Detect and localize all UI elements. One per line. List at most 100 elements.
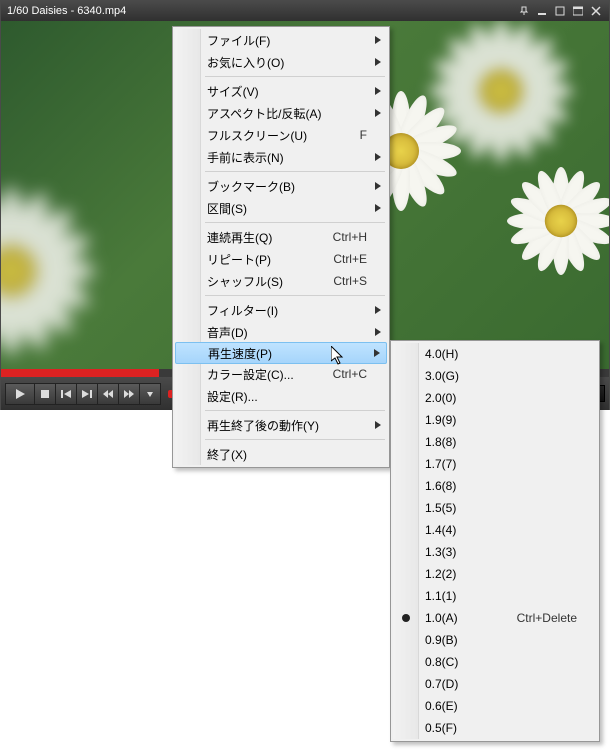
menu-item-label: 2.0(0)	[425, 391, 577, 405]
speed-menu-item[interactable]: 0.5(F)	[393, 717, 597, 739]
menu-item-accel: Ctrl+S	[333, 274, 367, 288]
menu-item-label: アスペクト比/反転(A)	[207, 105, 367, 122]
menu-item-label: 1.2(2)	[425, 567, 577, 581]
menu-item-label: 1.6(8)	[425, 479, 577, 493]
menu-item-label: 4.0(H)	[425, 347, 577, 361]
menu-item-label: お気に入り(O)	[207, 54, 367, 71]
menu-item-accel: Ctrl+H	[333, 230, 367, 244]
menu-item-accel: F	[360, 128, 367, 142]
menu-item[interactable]: 設定(R)...	[175, 385, 387, 407]
speed-menu-item[interactable]: 1.6(8)	[393, 475, 597, 497]
menu-item[interactable]: フルスクリーン(U) F	[175, 124, 387, 146]
menu-item[interactable]: フィルター(I)	[175, 299, 387, 321]
menu-item[interactable]: カラー設定(C)... Ctrl+C	[175, 363, 387, 385]
context-menu: ファイル(F) お気に入り(O) サイズ(V) アスペクト比/反転(A) フルスクリーン…	[172, 26, 390, 468]
menu-item[interactable]: シャッフル(S) Ctrl+S	[175, 270, 387, 292]
submenu-arrow-icon	[374, 349, 380, 357]
menu-item-label: 手前に表示(N)	[207, 149, 367, 166]
menu-item[interactable]: 終了(X)	[175, 443, 387, 465]
menu-item-label: 再生速度(P)	[208, 345, 366, 362]
next-button[interactable]	[76, 383, 98, 405]
menu-item-label: リピート(P)	[207, 251, 321, 268]
speed-menu-item[interactable]: 0.8(C)	[393, 651, 597, 673]
menu-item-label: 区間(S)	[207, 200, 367, 217]
submenu-arrow-icon	[375, 58, 381, 66]
speed-menu-item[interactable]: 4.0(H)	[393, 343, 597, 365]
maximize-icon[interactable]	[551, 4, 569, 18]
menu-item-label: 音声(D)	[207, 324, 367, 341]
menu-item[interactable]: リピート(P)Ctrl+E	[175, 248, 387, 270]
menu-item[interactable]: 区間(S)	[175, 197, 387, 219]
prev-button[interactable]	[55, 383, 77, 405]
menu-item-accel: Ctrl+C	[333, 367, 367, 381]
menu-item[interactable]: 連続再生(Q) Ctrl+H	[175, 226, 387, 248]
submenu-arrow-icon	[375, 153, 381, 161]
play-button[interactable]	[5, 383, 35, 405]
fast-forward-button[interactable]	[118, 383, 140, 405]
menu-item[interactable]: お気に入り(O)	[175, 51, 387, 73]
menu-item-label: 再生終了後の動作(Y)	[207, 417, 367, 434]
close-icon[interactable]	[587, 4, 605, 18]
window-buttons	[515, 4, 605, 18]
menu-item[interactable]: アスペクト比/反転(A)	[175, 102, 387, 124]
speed-menu-item[interactable]: 1.7(7)	[393, 453, 597, 475]
menu-item[interactable]: サイズ(V)	[175, 80, 387, 102]
menu-item[interactable]: ブックマーク(B)	[175, 175, 387, 197]
menu-item-label: シャッフル(S)	[207, 273, 321, 290]
menu-item-label: フィルター(I)	[207, 302, 367, 319]
speed-menu-item[interactable]: 1.3(3)	[393, 541, 597, 563]
submenu-arrow-icon	[375, 306, 381, 314]
minimize-icon[interactable]	[533, 4, 551, 18]
menu-item-label: 3.0(G)	[425, 369, 577, 383]
menu-item-label: 0.8(C)	[425, 655, 577, 669]
window-title: 1/60 Daisies - 6340.mp4	[5, 5, 515, 17]
menu-button[interactable]	[139, 383, 161, 405]
speed-menu-item[interactable]: 1.1(1)	[393, 585, 597, 607]
speed-menu-item[interactable]: 2.0(0)	[393, 387, 597, 409]
menu-item-label: 1.7(7)	[425, 457, 577, 471]
menu-item-label: 1.3(3)	[425, 545, 577, 559]
speed-menu-item[interactable]: 1.4(4)	[393, 519, 597, 541]
submenu-arrow-icon	[375, 87, 381, 95]
speed-menu-item[interactable]: 1.9(9)	[393, 409, 597, 431]
menu-item[interactable]: 再生速度(P)	[175, 342, 387, 364]
menu-item-label: フルスクリーン(U)	[207, 127, 348, 144]
submenu-arrow-icon	[375, 204, 381, 212]
speed-menu-item[interactable]: 0.7(D)	[393, 673, 597, 695]
menu-item-label: カラー設定(C)...	[207, 366, 321, 383]
menu-item-label: 1.1(1)	[425, 589, 577, 603]
menu-item[interactable]: ファイル(F)	[175, 29, 387, 51]
speed-menu-item[interactable]: 1.5(5)	[393, 497, 597, 519]
speed-menu-item[interactable]: 1.2(2)	[393, 563, 597, 585]
titlebar[interactable]: 1/60 Daisies - 6340.mp4	[1, 1, 609, 21]
menu-item[interactable]: 再生終了後の動作(Y)	[175, 414, 387, 436]
menu-item-label: 1.5(5)	[425, 501, 577, 515]
fullscreen-icon[interactable]	[569, 4, 587, 18]
menu-item-label: 1.8(8)	[425, 435, 577, 449]
pin-icon[interactable]	[515, 4, 533, 18]
menu-item-label: 1.9(9)	[425, 413, 577, 427]
menu-item-label: 1.4(4)	[425, 523, 577, 537]
menu-item-label: 0.7(D)	[425, 677, 577, 691]
submenu-arrow-icon	[375, 109, 381, 117]
speed-menu-item[interactable]: 0.9(B)	[393, 629, 597, 651]
playback-speed-submenu: 4.0(H) 3.0(G) 2.0(0) 1.9(9) 1.8(8) 1.7(7) 1.6(…	[390, 340, 600, 742]
menu-item[interactable]: 音声(D)	[175, 321, 387, 343]
submenu-arrow-icon	[375, 182, 381, 190]
stop-button[interactable]	[34, 383, 56, 405]
seek-progress	[1, 369, 159, 377]
menu-item[interactable]: 手前に表示(N)	[175, 146, 387, 168]
speed-menu-item[interactable]: 1.8(8)	[393, 431, 597, 453]
menu-item-label: 0.9(B)	[425, 633, 577, 647]
menu-item-label: 0.6(E)	[425, 699, 577, 713]
rewind-button[interactable]	[97, 383, 119, 405]
speed-menu-item[interactable]: 0.6(E)	[393, 695, 597, 717]
speed-menu-item[interactable]: 3.0(G)	[393, 365, 597, 387]
radio-selected-icon	[402, 614, 410, 622]
menu-item-label: ファイル(F)	[207, 32, 367, 49]
menu-item-accel: Ctrl+Delete	[517, 611, 577, 625]
menu-item-label: 連続再生(Q)	[207, 229, 321, 246]
menu-item-label: 1.0(A)	[425, 611, 505, 625]
speed-menu-item[interactable]: 1.0(A) Ctrl+Delete	[393, 607, 597, 629]
submenu-arrow-icon	[375, 328, 381, 336]
